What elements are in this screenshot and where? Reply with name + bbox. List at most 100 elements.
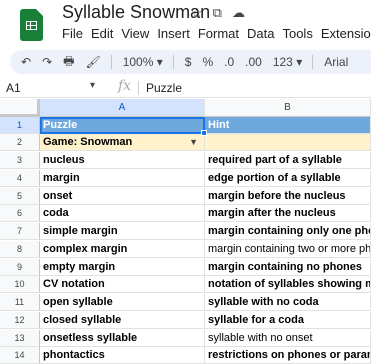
toolbar: ↶ ↷ 🖶 🖌 100% ▾ $ % .0 .00 123 ▾ Arial [10, 50, 371, 74]
table-row: 6 coda margin after the nucleus [0, 205, 371, 222]
cell-a[interactable]: open syllable [40, 294, 205, 311]
row-header[interactable]: 4 [0, 170, 40, 187]
cell-b[interactable]: Hint [205, 117, 371, 134]
row-header[interactable]: 8 [0, 241, 40, 258]
cell-a[interactable]: CV notation [40, 276, 205, 293]
cell-a[interactable]: closed syllable [40, 312, 205, 329]
fill-handle[interactable] [201, 130, 207, 136]
cell-a[interactable]: complex margin [40, 241, 205, 258]
table-row: 2 Game: Snowman ▼ [0, 134, 371, 151]
number-format-label: 123 [272, 55, 293, 69]
row-header[interactable]: 2 [0, 134, 40, 151]
row-header[interactable]: 10 [0, 276, 40, 293]
cell-a[interactable]: Puzzle [40, 117, 205, 134]
cell-b[interactable]: margin containing only one phoneme [205, 223, 371, 240]
cell-b[interactable]: margin before the nucleus [205, 188, 371, 205]
undo-icon[interactable]: ↶ [21, 55, 31, 69]
cloud-status-icon[interactable]: ☁ [232, 5, 245, 21]
cell-b[interactable] [205, 134, 371, 151]
cell-a[interactable]: simple margin [40, 223, 205, 240]
formula-input[interactable]: Puzzle [146, 81, 182, 95]
table-row: 9 empty margin margin containing no phones [0, 259, 371, 276]
toolbar-divider [312, 55, 314, 69]
decrease-decimal-button[interactable]: .0 [224, 55, 234, 69]
cell-b[interactable]: required part of a syllable [205, 152, 371, 169]
document-title[interactable]: Syllable Snowman [62, 2, 210, 23]
cell-a[interactable]: onsetless syllable [40, 330, 205, 347]
table-row: 3 nucleus required part of a syllable [0, 152, 371, 169]
column-header-a[interactable]: A [40, 99, 205, 117]
cell-b[interactable]: syllable with no coda [205, 294, 371, 311]
cell-b[interactable]: margin after the nucleus [205, 205, 371, 222]
sheets-logo-icon[interactable] [20, 9, 43, 41]
cell-b[interactable]: restrictions on phones or parameters [205, 347, 371, 364]
cell-a[interactable]: empty margin [40, 259, 205, 276]
row-header[interactable]: 11 [0, 294, 40, 311]
cell-b[interactable]: margin containing two or more phonemes [205, 241, 371, 258]
menu-insert[interactable]: Insert [157, 26, 195, 41]
menu-view[interactable]: View [121, 26, 154, 41]
row-header[interactable]: 5 [0, 188, 40, 205]
row-header[interactable]: 12 [0, 312, 40, 329]
toolbar-divider [110, 55, 112, 69]
cell-a[interactable]: coda [40, 205, 205, 222]
table-row: 8 complex margin margin containing two or … [0, 241, 371, 258]
menu-tools[interactable]: Tools [282, 26, 317, 41]
dropdown-arrow-icon[interactable]: ▼ [189, 134, 198, 150]
title-bar: Syllable Snowman ☆ ⧉ ☁ File Edit View In… [0, 0, 371, 46]
table-row: 4 margin edge portion of a syllable [0, 170, 371, 187]
title-icons: ☆ ⧉ ☁ [191, 5, 245, 21]
name-box[interactable]: A1 [6, 81, 21, 95]
number-format-select[interactable]: 123 ▾ [273, 55, 302, 69]
chevron-down-icon: ▾ [296, 55, 303, 69]
spreadsheet-app: Syllable Snowman ☆ ⧉ ☁ File Edit View In… [0, 0, 371, 364]
cell-b[interactable]: syllable with no onset [205, 330, 371, 347]
cell-a[interactable]: onset [40, 188, 205, 205]
chevron-down-icon: ▾ [156, 55, 163, 69]
font-select[interactable]: Arial [324, 55, 348, 69]
redo-icon[interactable]: ↷ [42, 55, 52, 69]
cell-a[interactable]: phontactics [40, 347, 205, 364]
row-header[interactable]: 13 [0, 330, 40, 347]
increase-decimal-button[interactable]: .00 [245, 55, 262, 69]
table-row: 14 phontactics restrictions on phones or p… [0, 347, 371, 364]
percent-button[interactable]: % [202, 55, 213, 69]
table-row: 13 onsetless syllable syllable with no ons… [0, 330, 371, 347]
column-header-b[interactable]: B [205, 99, 371, 117]
row-header[interactable]: 14 [0, 347, 40, 364]
cell-a[interactable]: nucleus [40, 152, 205, 169]
formula-bar: A1 ▾ fx Puzzle [0, 78, 371, 98]
zoom-value: 100% [122, 55, 154, 69]
cell-b[interactable]: edge portion of a syllable [205, 170, 371, 187]
table-row: 10 CV notation notation of syllables showi… [0, 276, 371, 293]
table-row: 12 closed syllable syllable for a coda [0, 312, 371, 329]
menu-file[interactable]: File [62, 26, 88, 41]
menu-extensions[interactable]: Extensions [321, 26, 371, 41]
table-row: 11 open syllable syllable with no coda [0, 294, 371, 311]
print-icon[interactable]: 🖶 [63, 52, 74, 73]
toolbar-divider [172, 55, 174, 69]
menu-data[interactable]: Data [247, 26, 279, 41]
zoom-select[interactable]: 100% ▾ [123, 55, 163, 69]
row-header[interactable]: 1 [0, 117, 40, 134]
cell-b[interactable]: syllable for a coda [205, 312, 371, 329]
select-all-corner[interactable] [0, 99, 40, 117]
menu-format[interactable]: Format [198, 26, 244, 41]
paint-format-icon[interactable]: 🖌 [85, 55, 100, 69]
cell-b[interactable]: notation of syllables showing marks [205, 276, 371, 293]
menu-edit[interactable]: Edit [91, 26, 118, 41]
row-header[interactable]: 9 [0, 259, 40, 276]
row-header[interactable]: 7 [0, 223, 40, 240]
star-icon[interactable]: ☆ [191, 5, 203, 21]
cell-b[interactable]: margin containing no phones [205, 259, 371, 276]
chevron-down-icon[interactable]: ▾ [90, 80, 95, 91]
currency-button[interactable]: $ [185, 55, 192, 69]
cell-a[interactable]: margin [40, 170, 205, 187]
formula-divider [138, 81, 139, 95]
row-header[interactable]: 6 [0, 205, 40, 222]
row-header[interactable]: 3 [0, 152, 40, 169]
folder-icon[interactable]: ⧉ [213, 5, 222, 21]
cell-a[interactable]: Game: Snowman ▼ [40, 134, 205, 151]
table-row: 5 onset margin before the nucleus [0, 188, 371, 205]
header-row: 1 Puzzle Hint [0, 117, 371, 134]
